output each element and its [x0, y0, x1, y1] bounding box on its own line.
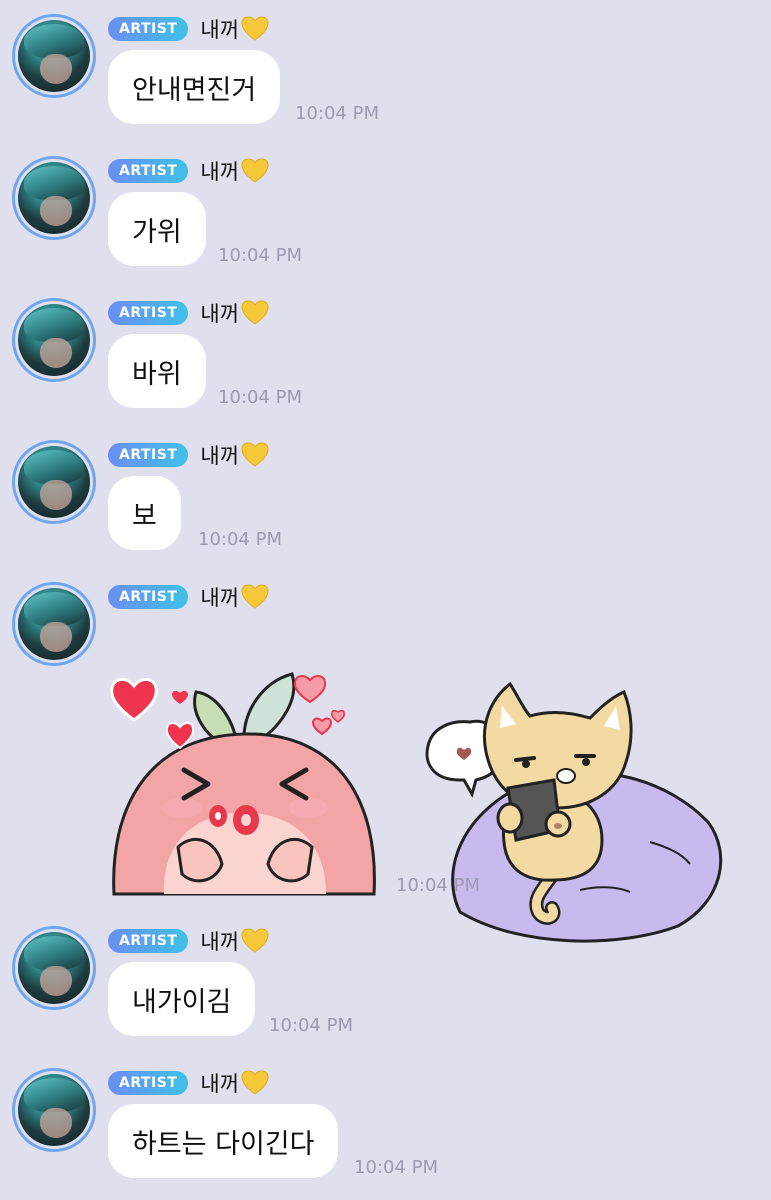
timestamp: 10:04 PM: [269, 1015, 353, 1036]
artist-badge: ARTIST: [108, 929, 189, 953]
sticker-message-row: ARTIST 내꺼 10:04 PM: [0, 582, 771, 943]
sender-name-text: 내꺼: [200, 930, 240, 954]
cat-phone-sticker[interactable]: [420, 672, 730, 944]
yellow-heart-icon: [241, 1070, 269, 1096]
yellow-heart-icon: [241, 584, 269, 610]
sender-name: 내꺼: [200, 440, 269, 470]
avatar[interactable]: [12, 926, 96, 1010]
message-bubble[interactable]: 보: [108, 476, 181, 550]
artist-badge: ARTIST: [108, 301, 189, 325]
sender-name-text: 내꺼: [200, 302, 240, 326]
artist-badge: ARTIST: [108, 17, 189, 41]
sender-name-text: 내꺼: [200, 586, 240, 610]
avatar[interactable]: [12, 156, 96, 240]
sender-name: 내꺼: [200, 926, 269, 956]
avatar[interactable]: [12, 440, 96, 524]
timestamp: 10:04 PM: [396, 875, 480, 896]
artist-badge: ARTIST: [108, 159, 189, 183]
timestamp: 10:04 PM: [218, 387, 302, 408]
yellow-heart-icon: [241, 158, 269, 184]
sender-name: 내꺼: [200, 14, 269, 44]
message-header: ARTIST 내꺼: [108, 300, 269, 326]
timestamp: 10:04 PM: [295, 103, 379, 124]
message-bubble[interactable]: 내가이김: [108, 962, 256, 1036]
sender-name: 내꺼: [200, 298, 269, 328]
message-header: ARTIST 내꺼: [108, 1070, 269, 1096]
timestamp: 10:04 PM: [198, 529, 282, 550]
message-bubble[interactable]: 하트는 다이긴다: [108, 1104, 339, 1178]
message-bubble[interactable]: 안내면진거: [108, 50, 281, 124]
yellow-heart-icon: [241, 16, 269, 42]
peach-kiss-sticker[interactable]: [104, 642, 389, 897]
message-header: ARTIST 내꺼: [108, 584, 269, 610]
message-bubble[interactable]: 가위: [108, 192, 206, 266]
message-header: ARTIST 내꺼: [108, 442, 269, 468]
sender-name-text: 내꺼: [200, 444, 240, 468]
message-header: ARTIST 내꺼: [108, 158, 269, 184]
sender-name-text: 내꺼: [200, 160, 240, 184]
sender-name-text: 내꺼: [200, 18, 240, 42]
message-header: ARTIST 내꺼: [108, 928, 269, 954]
artist-badge: ARTIST: [108, 1071, 189, 1095]
avatar[interactable]: [12, 582, 96, 666]
sender-name: 내꺼: [200, 1068, 269, 1098]
timestamp: 10:04 PM: [218, 245, 302, 266]
avatar[interactable]: [12, 14, 96, 98]
avatar[interactable]: [12, 298, 96, 382]
yellow-heart-icon: [241, 442, 269, 468]
artist-badge: ARTIST: [108, 585, 189, 609]
avatar[interactable]: [12, 1068, 96, 1152]
message-header: ARTIST 내꺼: [108, 16, 269, 42]
yellow-heart-icon: [241, 300, 269, 326]
yellow-heart-icon: [241, 928, 269, 954]
artist-badge: ARTIST: [108, 443, 189, 467]
timestamp: 10:04 PM: [354, 1157, 438, 1178]
message-bubble[interactable]: 바위: [108, 334, 206, 408]
sender-name-text: 내꺼: [200, 1072, 240, 1096]
sender-name: 내꺼: [200, 156, 269, 186]
sender-name: 내꺼: [200, 582, 269, 612]
